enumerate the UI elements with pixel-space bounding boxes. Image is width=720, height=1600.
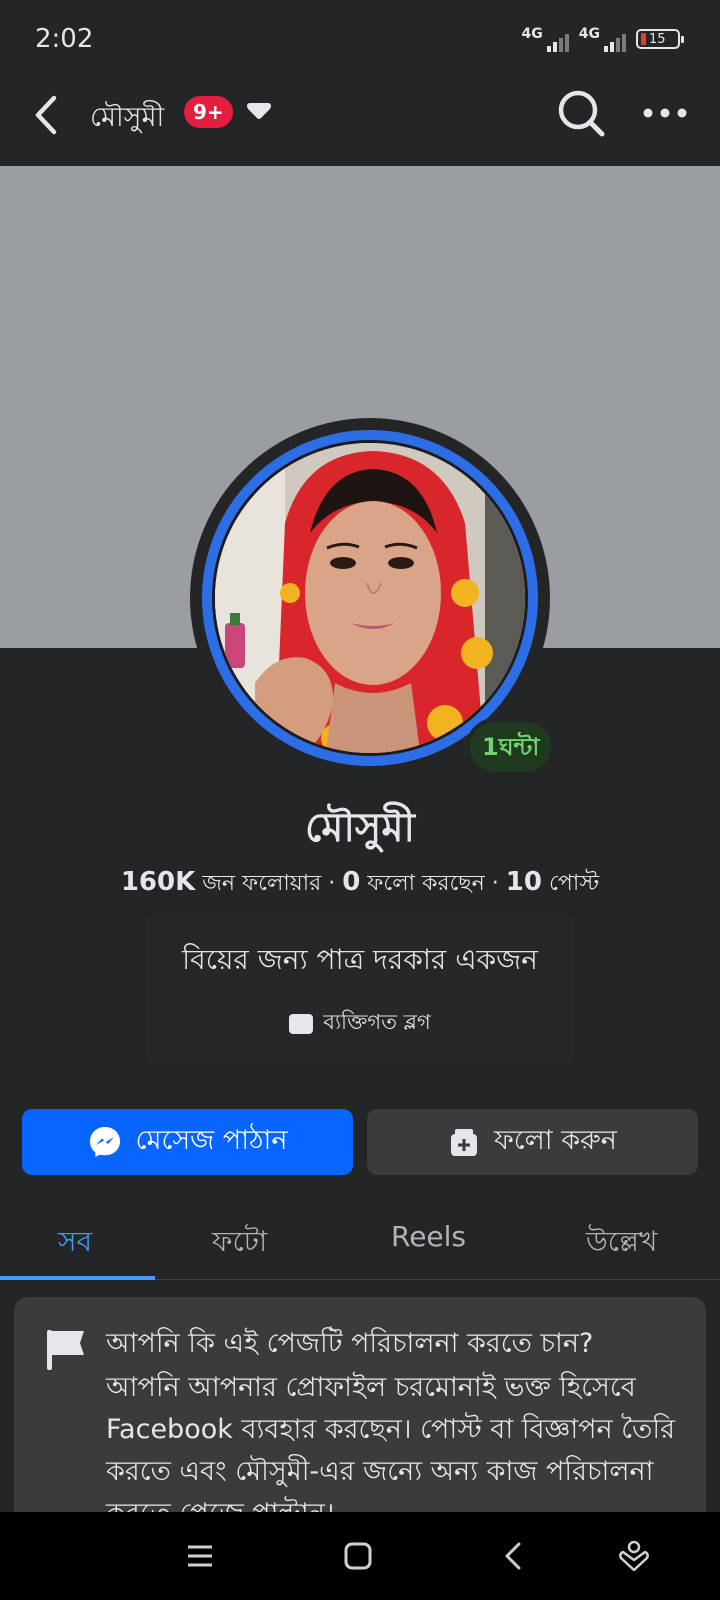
dropdown-caret-icon[interactable] [245, 102, 273, 122]
profile-avatar[interactable] [212, 440, 528, 756]
top-nav: মৌসুমী 9+ [0, 64, 720, 166]
category-label: ব্যক্তিগত ব্লগ [323, 1010, 431, 1034]
followers-count[interactable]: 160K [121, 867, 195, 897]
recent-apps-icon[interactable] [182, 1538, 218, 1574]
notice-body: আপনি আপনার প্রোফাইল চরমোনাই ভক্ত হিসেবে … [106, 1372, 675, 1529]
signal-icon-2: 4G [579, 26, 626, 52]
search-icon[interactable] [556, 88, 606, 138]
followers-label[interactable]: জন ফলোয়ার [202, 871, 321, 896]
profile-stats: 160K জন ফলোয়ার · 0 ফলো করছেন · 10 পোস্ট [120, 867, 600, 897]
active-tab-indicator [0, 1276, 155, 1280]
profile-tabs: সব ফটো Reels উল্লেখ [0, 1190, 720, 1280]
posts-count: 10 [505, 867, 542, 897]
status-bar: 2:02 4G 4G 15 [0, 0, 720, 64]
notice-title: আপনি কি এই পেজটি পরিচালনা করতে চান? [106, 1328, 594, 1359]
profile-bio: বিয়ের জন্য পাত্র দরকার একজন [182, 943, 538, 976]
message-button[interactable]: মেসেজ পাঠান [22, 1109, 353, 1175]
follow-icon [451, 1129, 478, 1156]
battery-icon: 15 [636, 29, 684, 49]
message-label: মেসেজ পাঠান [135, 1124, 288, 1156]
follow-label: ফলো করুন [494, 1124, 617, 1156]
signal-icon: 4G [522, 26, 569, 52]
active-time-badge: 1ঘন্টা [466, 718, 556, 776]
keyboard-hide-icon[interactable] [616, 1538, 652, 1574]
flag-icon [47, 1330, 84, 1370]
status-time: 2:02 [35, 24, 94, 54]
tab-mentions[interactable]: উল্লেখ [586, 1220, 657, 1267]
following-label[interactable]: ফলো করছেন [367, 871, 484, 896]
battery-level: 15 [649, 31, 666, 47]
profile-name: মৌসুমী [305, 805, 415, 851]
following-count[interactable]: 0 [342, 867, 360, 897]
messenger-icon [89, 1127, 120, 1157]
tab-reels[interactable]: Reels [391, 1220, 466, 1253]
profile-photo [215, 443, 525, 753]
follow-button[interactable]: ফলো করুন [367, 1109, 698, 1175]
system-nav-bar [0, 1512, 720, 1600]
tab-all[interactable]: সব [58, 1220, 92, 1267]
tab-photos[interactable]: ফটো [212, 1220, 267, 1267]
category-icon [289, 1013, 314, 1034]
nav-title[interactable]: মৌসুমী [90, 97, 164, 142]
profile-category: ব্যক্তিগত ব্লগ [0, 1006, 720, 1041]
posts-label: পোস্ট [548, 871, 600, 896]
more-options-icon[interactable] [642, 100, 688, 126]
home-icon[interactable] [340, 1538, 376, 1574]
status-icons: 4G 4G 15 [522, 26, 684, 52]
system-back-icon[interactable] [497, 1538, 533, 1574]
back-icon[interactable] [28, 90, 68, 140]
notification-badge: 9+ [184, 96, 233, 128]
